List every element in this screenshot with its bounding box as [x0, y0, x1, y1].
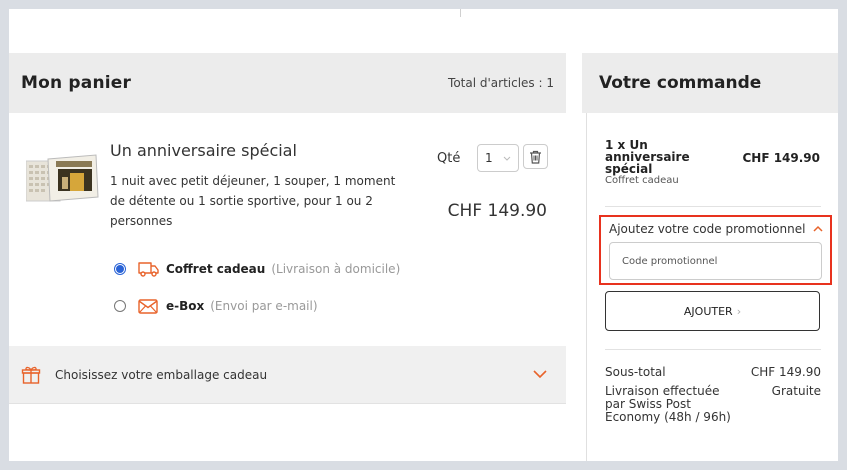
radio-coffret-cadeau[interactable]	[114, 263, 126, 275]
order-title: Votre commande	[599, 73, 762, 93]
chevron-down-icon	[503, 156, 511, 161]
product-description: 1 nuit avec petit déjeuner, 1 souper, 1 …	[110, 174, 396, 228]
cart-item: Un anniversaire spécial 1 nuit avec peti…	[9, 113, 566, 343]
quantity-label: Qté	[437, 151, 461, 166]
order-header: Votre commande	[582, 53, 838, 113]
line-item-type: Coffret cadeau	[605, 175, 679, 186]
quantity-value: 1	[485, 151, 493, 165]
chevron-down-icon	[533, 370, 547, 379]
cart-item-count: Total d'articles : 1	[448, 76, 554, 90]
divider	[605, 206, 821, 207]
line-item-price: CHF 149.90	[742, 151, 820, 165]
divider	[605, 349, 821, 350]
order-summary-panel: Votre commande 1 x Un anniversaire spéci…	[582, 53, 838, 461]
shipping-label: Livraison effectuée par Swiss Post Econo…	[605, 384, 731, 424]
trash-icon	[530, 150, 541, 164]
option-label: Coffret cadeau	[166, 262, 266, 276]
order-line-item: 1 x Un anniversaire spécial Coffret cade…	[605, 139, 835, 187]
option-coffret-cadeau[interactable]: Coffret cadeau (Livraison à domicile)	[114, 260, 400, 278]
page: Mon panier Total d'articles : 1 Un anniv…	[9, 9, 838, 461]
add-promo-button[interactable]: AJOUTER ›	[605, 291, 820, 331]
option-sub: (Livraison à domicile)	[271, 262, 401, 276]
envelope-icon	[138, 297, 160, 315]
cart-header: Mon panier Total d'articles : 1	[9, 53, 566, 113]
product-price: CHF 149.90	[447, 201, 547, 221]
cart-title: Mon panier	[21, 73, 132, 93]
shipping-value: Gratuite	[771, 384, 821, 398]
promo-code-section: Ajoutez votre code promotionnel	[599, 215, 832, 285]
option-sub: (Envoi par e-mail)	[210, 299, 318, 313]
promo-code-toggle[interactable]: Ajoutez votre code promotionnel	[609, 222, 823, 236]
gift-wrapping-toggle[interactable]: Choisissez votre emballage cadeau	[9, 346, 566, 404]
gift-icon	[21, 366, 41, 384]
chevron-up-icon	[813, 225, 823, 232]
arrow-right-icon: ›	[736, 304, 742, 318]
promo-code-label: Ajoutez votre code promotionnel	[609, 222, 806, 236]
promo-code-input[interactable]	[609, 242, 822, 280]
product-thumbnail[interactable]	[25, 151, 100, 205]
radio-e-box[interactable]	[114, 300, 126, 312]
quantity-select[interactable]: 1	[477, 144, 519, 172]
subtotal-row: Sous-total CHF 149.90	[605, 365, 821, 379]
subtotal-value: CHF 149.90	[750, 365, 821, 379]
subtotal-label: Sous-total	[605, 365, 666, 379]
add-promo-label: AJOUTER	[683, 304, 733, 318]
option-label: e-Box	[166, 299, 205, 313]
delete-item-button[interactable]	[523, 144, 548, 169]
option-e-box[interactable]: e-Box (Envoi par e-mail)	[114, 297, 318, 315]
top-divider	[460, 9, 461, 17]
product-name[interactable]: Un anniversaire spécial	[110, 141, 297, 160]
line-item-name: 1 x Un anniversaire spécial	[605, 138, 690, 176]
gift-wrapping-label: Choisissez votre emballage cadeau	[55, 367, 268, 382]
order-body: 1 x Un anniversaire spécial Coffret cade…	[586, 113, 832, 461]
truck-icon	[138, 260, 160, 278]
cart-panel: Mon panier Total d'articles : 1 Un anniv…	[9, 53, 566, 404]
shipping-row: Livraison effectuée par Swiss Post Econo…	[605, 385, 821, 424]
